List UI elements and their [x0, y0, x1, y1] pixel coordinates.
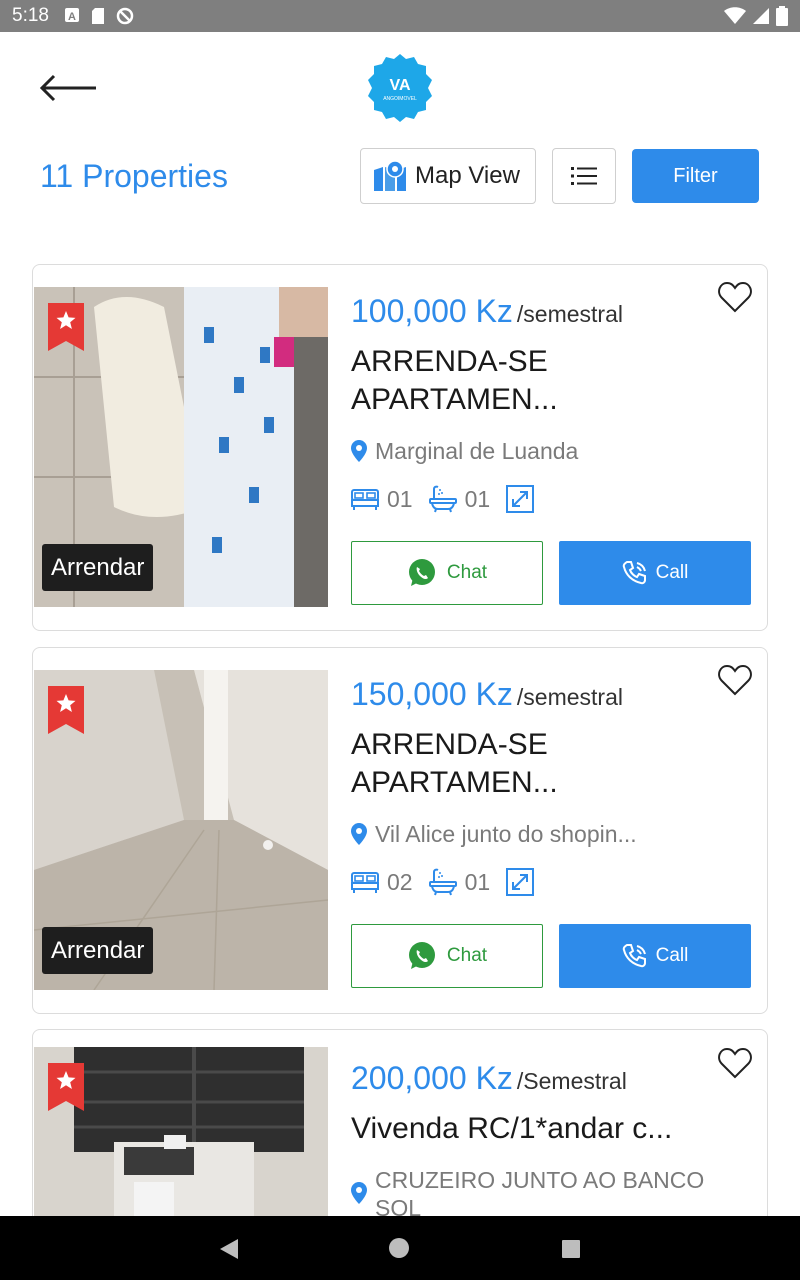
list-view-button[interactable] — [552, 148, 616, 204]
listing-card[interactable]: Arrendar 100,000 Kz/semestral ARRENDA-SE… — [32, 264, 768, 631]
bathrooms-count: 01 — [464, 868, 491, 895]
price-amount: 200,000 Kz — [351, 1060, 513, 1096]
chat-button[interactable]: Chat — [351, 541, 543, 605]
price-amount: 100,000 Kz — [351, 293, 513, 329]
featured-ribbon-icon — [48, 1063, 84, 1111]
listing-location: Marginal de Luanda — [351, 437, 751, 465]
location-pin-icon — [351, 1182, 367, 1204]
properties-count: 11 Properties — [40, 158, 228, 194]
listing-title[interactable]: Vivenda RC/1*andar c... — [351, 1110, 751, 1148]
call-button[interactable]: Call — [559, 924, 751, 988]
featured-ribbon-icon — [48, 686, 84, 734]
bathtub-icon — [428, 485, 457, 513]
wifi-icon — [724, 7, 746, 24]
bed-icon — [351, 872, 379, 893]
price-period: /Semestral — [516, 1068, 627, 1094]
svg-text:VA: VA — [389, 77, 410, 94]
back-button[interactable] — [36, 66, 100, 110]
area-expand-icon — [506, 485, 535, 513]
listing-title[interactable]: ARRENDA-SE APARTAMEN... — [351, 343, 751, 419]
system-icons — [724, 6, 788, 26]
call-button[interactable]: Call — [559, 541, 751, 605]
nav-recents-icon[interactable] — [561, 1239, 581, 1259]
status-bar: 5:18 A — [0, 0, 800, 32]
notification-icons: A — [64, 7, 134, 25]
listing-card[interactable]: Arrendar 150,000 Kz/semestral ARRENDA-SE… — [32, 647, 768, 1014]
map-view-label: Map View — [415, 162, 520, 189]
bedrooms-count: 02 — [387, 868, 413, 895]
location-text: CRUZEIRO JUNTO AO BANCO SOL — [375, 1167, 705, 1221]
filter-button[interactable]: Filter — [632, 149, 759, 203]
chat-label: Chat — [446, 562, 488, 583]
location-text: Marginal de Luanda — [375, 438, 579, 464]
listing-features: 02 01 — [351, 868, 535, 896]
nav-back-icon[interactable] — [218, 1238, 240, 1260]
listing-photo[interactable] — [34, 1047, 328, 1217]
listing-title[interactable]: ARRENDA-SE APARTAMEN... — [351, 726, 751, 802]
map-icon — [374, 160, 406, 191]
location-pin-icon — [351, 823, 367, 845]
location-text: Vil Alice junto do shopin... — [375, 821, 637, 847]
list-icon — [571, 167, 597, 185]
svg-text:A: A — [68, 11, 76, 23]
listing-photo[interactable]: Arrendar — [34, 670, 328, 990]
listing-location: Vil Alice junto do shopin... — [351, 820, 751, 848]
area-expand-icon — [506, 868, 535, 896]
listing-price: 150,000 Kz/semestral — [351, 676, 623, 713]
listing-price: 200,000 Kz/Semestral — [351, 1060, 627, 1097]
favorite-heart-icon[interactable] — [718, 1047, 752, 1079]
whatsapp-icon — [408, 559, 435, 586]
chat-button[interactable]: Chat — [351, 924, 543, 988]
phone-icon — [622, 561, 646, 585]
bed-icon — [351, 489, 379, 510]
favorite-heart-icon[interactable] — [718, 664, 752, 696]
location-pin-icon — [351, 440, 367, 462]
listing-price: 100,000 Kz/semestral — [351, 293, 623, 330]
nav-home-icon[interactable] — [388, 1237, 410, 1259]
price-amount: 150,000 Kz — [351, 676, 513, 712]
featured-ribbon-icon — [48, 303, 84, 351]
bathrooms-count: 01 — [464, 485, 491, 512]
chat-label: Chat — [446, 945, 488, 966]
signal-icon — [753, 8, 769, 24]
listing-photo[interactable]: Arrendar — [34, 287, 328, 607]
favorite-heart-icon[interactable] — [718, 281, 752, 313]
bedrooms-count: 01 — [387, 485, 413, 512]
call-label: Call — [655, 945, 689, 966]
listing-features: 01 01 — [351, 485, 535, 513]
listing-type-badge: Arrendar — [42, 544, 154, 591]
whatsapp-icon — [408, 942, 435, 969]
listing-location: CRUZEIRO JUNTO AO BANCO SOL — [351, 1166, 751, 1222]
listing-type-badge: Arrendar — [42, 927, 154, 974]
sd-card-icon — [92, 8, 104, 24]
price-period: /semestral — [516, 684, 623, 710]
call-label: Call — [655, 562, 689, 583]
map-view-button[interactable]: Map View — [360, 148, 536, 204]
system-nav-bar — [0, 1216, 800, 1280]
battery-icon — [776, 6, 788, 26]
status-time: 5:18 — [12, 5, 49, 26]
font-icon: A — [65, 8, 79, 23]
phone-icon — [622, 944, 646, 968]
app-logo: VA ANGOIMOVEL — [364, 52, 436, 124]
bathtub-icon — [428, 868, 457, 896]
price-period: /semestral — [516, 301, 623, 327]
do-not-disturb-icon — [116, 7, 134, 25]
arrow-left-icon — [39, 74, 96, 102]
logo-text: ANGOIMOVEL — [383, 96, 417, 102]
